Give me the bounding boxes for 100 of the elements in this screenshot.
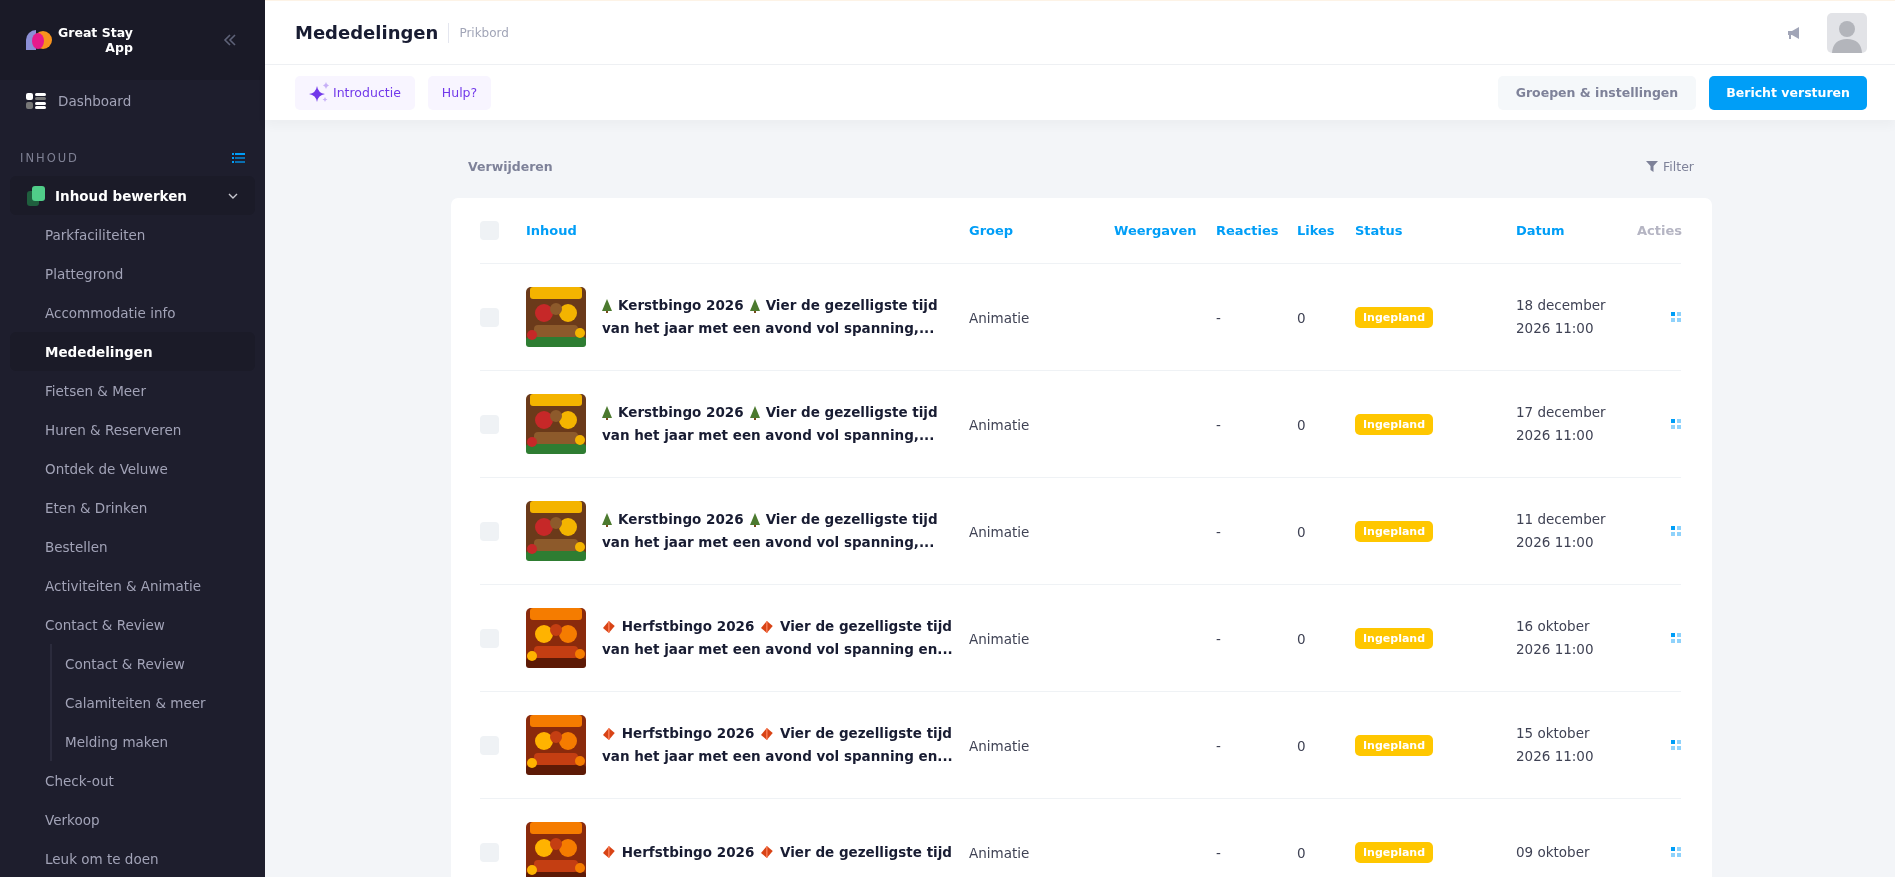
group-cell: Animatie (969, 844, 1030, 861)
post-title[interactable]: Kerstbingo 2026 (618, 401, 744, 424)
status-badge: Ingepland (1355, 842, 1434, 863)
date-cell-text: 17 december 2026 11:00 (1516, 403, 1607, 445)
date-cell-text: 16 oktober 2026 11:00 (1516, 617, 1595, 659)
intro-button[interactable]: Introductie (295, 75, 415, 110)
post-excerpt: Vier de gezelligste tijd (780, 617, 952, 636)
menu-item[interactable]: Eten & Drinken (10, 488, 255, 527)
chevron-icon (228, 192, 238, 199)
likes-cell: 0 (1297, 416, 1306, 433)
menu-item[interactable]: Ontdek de Veluwe (10, 449, 255, 488)
group-cell: Animatie (969, 416, 1030, 433)
post-title[interactable]: Kerstbingo 2026 (618, 294, 744, 317)
menu-item[interactable]: Leuk om te doen (10, 839, 255, 877)
menu-item[interactable]: Accommodatie info (10, 293, 255, 332)
status-badge: Ingepland (1355, 628, 1434, 649)
group-cell: Animatie (969, 630, 1030, 647)
tree-icon (749, 405, 760, 420)
actions-icon[interactable] (1671, 633, 1681, 643)
status-badge: Ingepland (1355, 307, 1434, 328)
likes-cell: 0 (1297, 523, 1306, 540)
collapse-icon[interactable] (223, 34, 237, 46)
post-excerpt: van het jaar met een avond vol spanning,... (602, 319, 935, 338)
date-cell-text: 11 december 2026 11:00 (1516, 510, 1607, 552)
avatar[interactable] (1827, 12, 1867, 53)
leaf-icon (760, 845, 775, 859)
group-cell: Animatie (969, 309, 1030, 326)
menu-item[interactable]: Plattegrond (10, 254, 255, 293)
date-cell-text: 18 december 2026 11:00 (1516, 296, 1607, 338)
likes-cell: 0 (1297, 309, 1306, 326)
menu-item[interactable]: Huren & Reserveren (10, 410, 255, 449)
reactions-cell: - (1216, 630, 1221, 647)
menu-item[interactable]: Activiteiten & Animatie (10, 566, 255, 605)
leaf-icon (602, 845, 616, 859)
leaf-icon (760, 619, 775, 634)
dashboard-link[interactable]: Dashboard (0, 80, 265, 122)
reactions-cell: - (1216, 737, 1221, 754)
leaf-icon (602, 726, 616, 741)
post-excerpt: Vier de gezelligste tijd (780, 724, 952, 743)
actions-icon[interactable] (1671, 526, 1681, 536)
filter-icon (1646, 160, 1659, 172)
tree-icon (602, 405, 612, 420)
reactions-cell: - (1216, 523, 1221, 540)
logo-icon (26, 30, 52, 50)
actions-icon[interactable] (1671, 740, 1681, 750)
leaf-icon (602, 619, 616, 634)
list-icon[interactable] (232, 153, 245, 163)
page-title: Mededelingen (295, 22, 439, 43)
status-badge: Ingepland (1355, 735, 1434, 756)
delete-link[interactable]: Verwijderen (468, 158, 553, 174)
reactions-cell: - (1216, 309, 1221, 326)
group-cell: Animatie (969, 737, 1030, 754)
settings-button[interactable]: Groepen & instellingen (1497, 75, 1697, 110)
actions-icon[interactable] (1671, 419, 1681, 429)
status-badge: Ingepland (1355, 414, 1434, 435)
brand-name: App (105, 40, 133, 55)
status-badge: Ingepland (1355, 521, 1434, 542)
brand-name: Great Stay (58, 25, 133, 40)
post-excerpt: van het jaar met een avond vol spanning,... (602, 426, 935, 445)
post-excerpt: van het jaar met een avond vol spanning en... (602, 747, 953, 766)
menu-item[interactable]: Contact & Review (52, 644, 265, 683)
tree-icon (749, 298, 760, 313)
post-excerpt: Vier de gezelligste tijd (765, 296, 938, 315)
pages-icon (27, 185, 45, 206)
menu-item[interactable]: Bestellen (10, 527, 255, 566)
megaphone-icon[interactable] (1788, 26, 1801, 39)
date-cell-text: 09 oktober (1516, 842, 1591, 862)
menu-item[interactable]: Check-out (10, 761, 255, 800)
dashboard-icon (26, 93, 46, 109)
menu-item[interactable]: Melding maken (52, 722, 265, 761)
menu-item[interactable]: Verkoop (10, 800, 255, 839)
menu-item[interactable]: Parkfaciliteiten (10, 215, 255, 254)
menu-item[interactable]: Contact & Review (10, 605, 255, 644)
actions-icon[interactable] (1671, 847, 1681, 857)
post-excerpt: Vier de gezelligste tijd (765, 403, 938, 422)
post-excerpt: van het jaar met een avond vol spanning,... (602, 533, 935, 552)
actions-icon[interactable] (1671, 312, 1681, 322)
menu-item[interactable]: Fietsen & Meer (10, 371, 255, 410)
menu-group[interactable]: Inhoud bewerken (10, 176, 255, 215)
post-title[interactable]: Kerstbingo 2026 (618, 508, 744, 531)
help-button[interactable]: Hulp? (427, 75, 492, 110)
post-excerpt: Vier de gezelligste tijd (780, 842, 952, 862)
column-header: Acties (1637, 223, 1682, 238)
post-title[interactable]: Herfstbingo 2026 (621, 615, 755, 638)
menu-item[interactable]: Calamiteiten & meer (52, 683, 265, 722)
tree-icon (602, 512, 612, 527)
sparkle-icon (309, 81, 331, 104)
likes-cell: 0 (1297, 737, 1306, 754)
post-title[interactable]: Herfstbingo 2026 (621, 722, 755, 745)
menu-item[interactable]: Mededelingen (10, 332, 255, 371)
filter-button[interactable]: Filter (1646, 158, 1694, 174)
tree-icon (749, 512, 760, 527)
reactions-cell: - (1216, 416, 1221, 433)
leaf-icon (760, 726, 775, 741)
post-title[interactable]: Herfstbingo 2026 (621, 840, 755, 864)
page-subtitle: Prikbord (459, 25, 509, 40)
post-excerpt: Vier de gezelligste tijd (765, 510, 938, 529)
reactions-cell: - (1216, 844, 1221, 861)
date-cell-text: 15 oktober 2026 11:00 (1516, 724, 1595, 766)
post-excerpt: van het jaar met een avond vol spanning en... (602, 640, 953, 659)
